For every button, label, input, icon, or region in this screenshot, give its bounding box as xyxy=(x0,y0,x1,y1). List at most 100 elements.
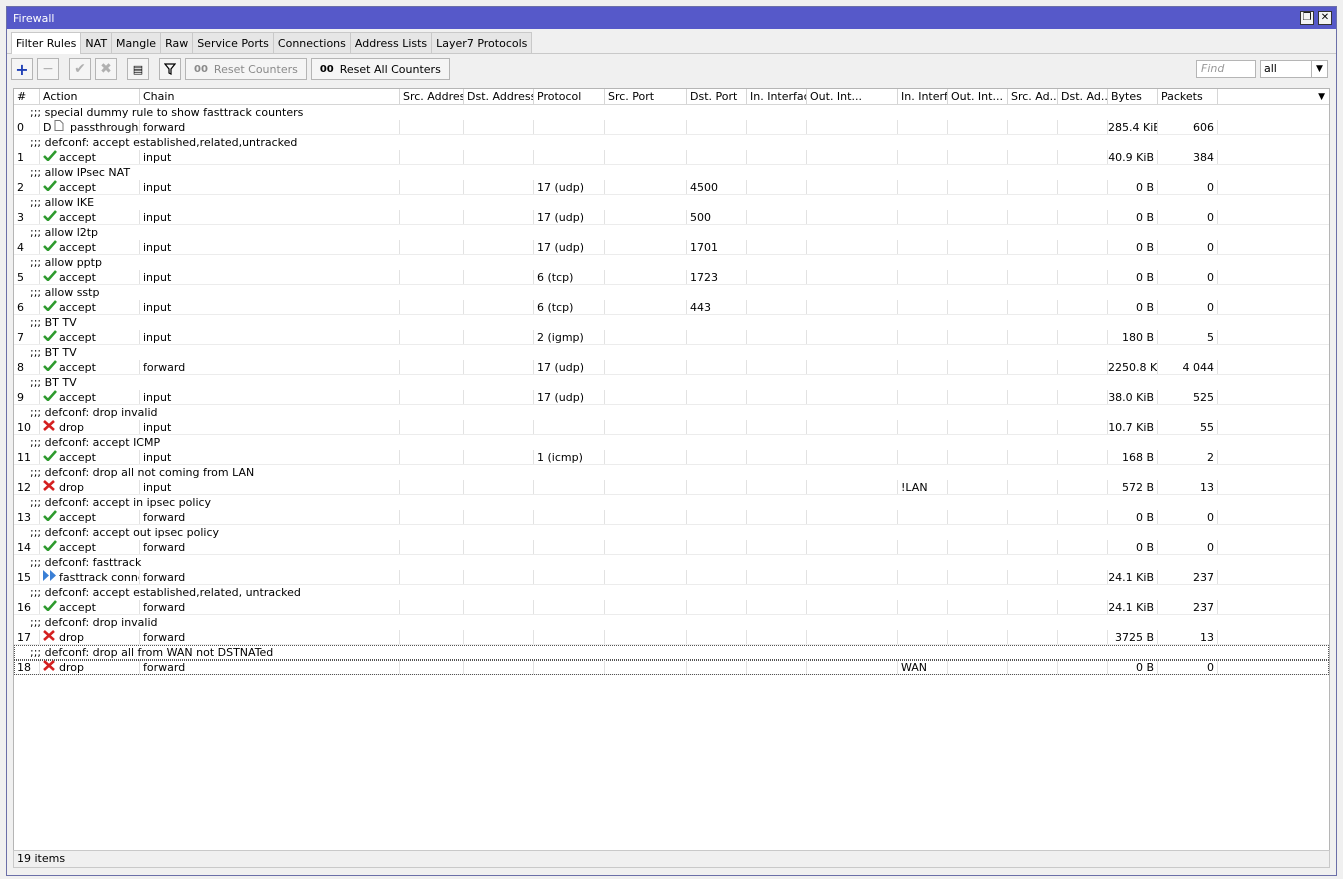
rule-comment-row[interactable]: ;;; defconf: accept out ipsec policy xyxy=(14,525,1329,540)
col-src-address xyxy=(400,390,464,404)
rule-comment-row[interactable]: ;;; defconf: drop all from WAN not DSTNA… xyxy=(14,645,1329,660)
tab-address-lists[interactable]: Address Lists xyxy=(349,32,433,53)
table-row[interactable]: 15 fasttrack connectionforward 24.1 KiB237 xyxy=(14,570,1329,585)
rule-comment-row[interactable]: ;;; special dummy rule to show fasttrack… xyxy=(14,105,1329,120)
table-row[interactable]: 17 drop forward 3725 B 13 xyxy=(14,630,1329,645)
table-row[interactable]: 12 drop input !LAN 572 B 13 xyxy=(14,480,1329,495)
rule-comment-row[interactable]: ;;; BT TV xyxy=(14,375,1329,390)
rules-table[interactable]: #ActionChainSrc. AddressDst. AddressProt… xyxy=(13,88,1330,852)
disable-button[interactable]: ✖ xyxy=(95,58,117,80)
find-input[interactable]: Find xyxy=(1196,60,1256,78)
col-src-port-header[interactable]: Src. Port xyxy=(605,89,687,104)
tab-service-ports[interactable]: Service Ports xyxy=(192,32,274,53)
col-dst-address-header[interactable]: Dst. Address xyxy=(464,89,534,104)
col-in-interface-list-header[interactable]: In. Interfa... xyxy=(898,89,948,104)
col-protocol xyxy=(534,480,605,494)
add-button[interactable]: + xyxy=(11,58,33,80)
rule-comment-row[interactable]: ;;; defconf: accept established,related,… xyxy=(14,585,1329,600)
table-body: ;;; special dummy rule to show fasttrack… xyxy=(14,105,1329,675)
col-in-interface-list xyxy=(898,270,948,284)
col-num-header[interactable]: # xyxy=(14,89,40,104)
col-src-address-list-header[interactable]: Src. Ad... xyxy=(1008,89,1058,104)
col-packets-header[interactable]: Packets xyxy=(1158,89,1218,104)
rule-comment-row[interactable]: ;;; defconf: accept in ipsec policy xyxy=(14,495,1329,510)
table-row[interactable]: 3 accept input 17 (udp) 500 0 B0 xyxy=(14,210,1329,225)
comment-button[interactable]: ▤ xyxy=(127,58,149,80)
filter-select[interactable]: all ▼ xyxy=(1260,60,1328,78)
col-dst-address-list xyxy=(1058,360,1108,374)
rule-comment-row[interactable]: ;;; defconf: accept ICMP xyxy=(14,435,1329,450)
col-src-address xyxy=(400,600,464,614)
remove-button[interactable]: − xyxy=(37,58,59,80)
rule-number: 14 xyxy=(17,541,31,554)
table-row[interactable]: 5 accept input 6 (tcp) 1723 0 B0 xyxy=(14,270,1329,285)
filter-button[interactable] xyxy=(159,58,181,80)
table-row[interactable]: 2 accept input 17 (udp) 4500 0 B0 xyxy=(14,180,1329,195)
rule-comment-row[interactable]: ;;; defconf: drop all not coming from LA… xyxy=(14,465,1329,480)
rule-comment-row[interactable]: ;;; defconf: accept established,related,… xyxy=(14,135,1329,150)
reset-all-counters-button[interactable]: 00 Reset All Counters xyxy=(310,58,450,80)
table-row[interactable]: 18 drop forward WAN 0 B0 xyxy=(14,660,1329,675)
table-row[interactable]: 4 accept input 17 (udp) 1701 0 B0 xyxy=(14,240,1329,255)
col-in-interface-list xyxy=(898,390,948,404)
col-src-address-header[interactable]: Src. Address xyxy=(400,89,464,104)
rule-comment-row[interactable]: ;;; BT TV xyxy=(14,315,1329,330)
rule-comment-row[interactable]: ;;; allow pptp xyxy=(14,255,1329,270)
col-dst-address xyxy=(464,480,534,494)
col-chain: input xyxy=(140,450,400,464)
table-row[interactable]: 0 D passthrough forward 285.4 KiB 606 xyxy=(14,120,1329,135)
rule-comment-row[interactable]: ;;; allow sstp xyxy=(14,285,1329,300)
col-in-interface-header[interactable]: In. Interface xyxy=(747,89,807,104)
table-row[interactable]: 10 drop input 10.7 KiB 55 xyxy=(14,420,1329,435)
col-bytes-header[interactable]: Bytes xyxy=(1108,89,1158,104)
col-chain-header[interactable]: Chain xyxy=(140,89,400,104)
table-row[interactable]: 11 accept input 1 (icmp) 168 B2 xyxy=(14,450,1329,465)
rule-comment-row[interactable]: ;;; defconf: fasttrack xyxy=(14,555,1329,570)
table-row[interactable]: 9 accept input 17 (udp) 38.0 KiB 525 xyxy=(14,390,1329,405)
close-icon[interactable]: ✕ xyxy=(1318,11,1332,25)
col-out-interface xyxy=(807,480,898,494)
col-dst-address-list-header[interactable]: Dst. Ad... xyxy=(1058,89,1108,104)
col-action: accept xyxy=(40,390,140,404)
col-protocol-header[interactable]: Protocol xyxy=(534,89,605,104)
col-src-port xyxy=(605,540,687,554)
column-menu-icon[interactable]: ▼ xyxy=(1318,89,1325,105)
table-row[interactable]: 6 accept input 6 (tcp) 443 0 B0 xyxy=(14,300,1329,315)
col-num: 12 xyxy=(14,480,40,494)
enable-button[interactable]: ✔ xyxy=(69,58,91,80)
rule-comment-row[interactable]: ;;; allow IPsec NAT xyxy=(14,165,1329,180)
col-packets: 0 xyxy=(1158,270,1218,284)
titlebar[interactable]: Firewall ❐ ✕ xyxy=(7,7,1336,29)
col-action: drop xyxy=(40,660,140,674)
restore-icon[interactable]: ❐ xyxy=(1300,11,1314,25)
table-row[interactable]: 8 accept forward 17 (udp) 2250.8 KiB4 044 xyxy=(14,360,1329,375)
tab-nat[interactable]: NAT xyxy=(80,32,113,53)
rule-comment-row[interactable]: ;;; BT TV xyxy=(14,345,1329,360)
rule-comment-row[interactable]: ;;; allow l2tp xyxy=(14,225,1329,240)
col-dst-port-header[interactable]: Dst. Port xyxy=(687,89,747,104)
col-dst-address xyxy=(464,600,534,614)
col-dst-port xyxy=(687,120,747,134)
table-row[interactable]: 14 accept forward 0 B0 xyxy=(14,540,1329,555)
tab-connections[interactable]: Connections xyxy=(272,32,351,53)
col-out-interface xyxy=(807,390,898,404)
col-out-interface-header[interactable]: Out. Int... xyxy=(807,89,898,104)
rule-comment-row[interactable]: ;;; defconf: drop invalid xyxy=(14,615,1329,630)
rule-comment-row[interactable]: ;;; allow IKE xyxy=(14,195,1329,210)
table-row[interactable]: 1 accept input 40.9 KiB 384 xyxy=(14,150,1329,165)
col-out-interface xyxy=(807,120,898,134)
tab-raw[interactable]: Raw xyxy=(160,32,194,53)
tab-filter-rules[interactable]: Filter Rules xyxy=(11,32,82,54)
table-row[interactable]: 7 accept input 2 (igmp) 180 B5 xyxy=(14,330,1329,345)
table-row[interactable]: 16 accept forward 24.1 KiB 237 xyxy=(14,600,1329,615)
col-bytes: 2250.8 KiB xyxy=(1108,360,1158,374)
accept-icon xyxy=(43,150,57,164)
col-out-interface-list-header[interactable]: Out. Int... xyxy=(948,89,1008,104)
tab-mangle[interactable]: Mangle xyxy=(111,32,162,53)
col-src-address xyxy=(400,540,464,554)
col-action-header[interactable]: Action xyxy=(40,89,140,104)
reset-counters-button[interactable]: 00 Reset Counters xyxy=(185,58,307,80)
rule-comment-row[interactable]: ;;; defconf: drop invalid xyxy=(14,405,1329,420)
tab-layer7-protocols[interactable]: Layer7 Protocols xyxy=(431,32,533,53)
table-row[interactable]: 13 accept forward 0 B0 xyxy=(14,510,1329,525)
